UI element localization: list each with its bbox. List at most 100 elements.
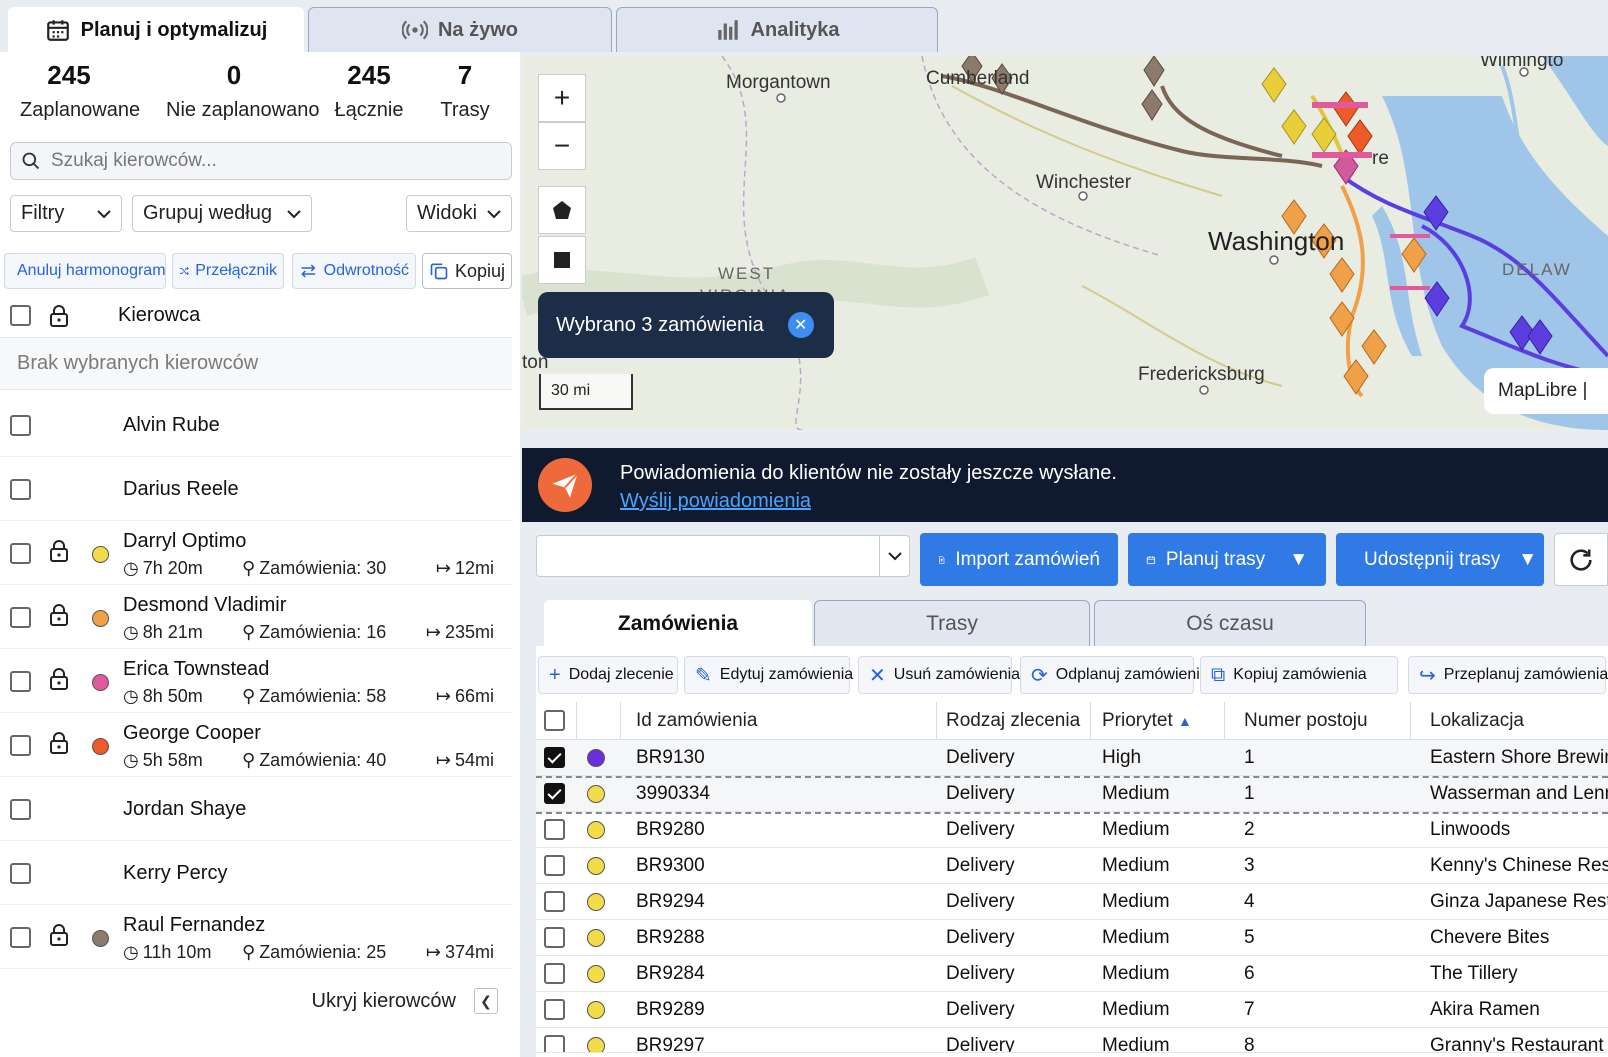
- route-select[interactable]: [536, 535, 910, 577]
- stat-label: Nie zaplanowano: [166, 99, 320, 121]
- import-orders-button[interactable]: Import zamówień: [920, 533, 1118, 586]
- delete-orders-button[interactable]: ✕ Usuń zamówienia: [858, 656, 1020, 694]
- order-priority: Medium: [1102, 927, 1170, 948]
- lock-icon[interactable]: [49, 924, 69, 951]
- pentagon-icon: [553, 201, 571, 219]
- row-checkbox[interactable]: [544, 819, 565, 840]
- chevron-left-icon[interactable]: ❮: [474, 988, 498, 1014]
- hide-drivers-row[interactable]: Ukryj kierowców ❮: [0, 982, 512, 1022]
- plan-routes-button[interactable]: Planuj trasy ▼: [1128, 533, 1326, 586]
- zoom-out-button[interactable]: −: [538, 122, 586, 170]
- copy-orders-button[interactable]: ⧉ Kopiuj zamówienia: [1200, 656, 1398, 694]
- driver-orders: ⚲ Zamówienia: 16: [242, 622, 386, 643]
- driver-row[interactable]: Kerry Percy: [0, 842, 512, 905]
- tab-orders[interactable]: Zamówienia: [544, 600, 812, 646]
- driver-checkbox[interactable]: [10, 415, 31, 436]
- unschedule-button[interactable]: Anuluj harmonogram: [4, 253, 166, 289]
- table-row[interactable]: BR9130 Delivery High 1 Eastern Shore Brewing: [536, 740, 1608, 776]
- route-color-dot: [92, 930, 109, 947]
- driver-row[interactable]: Darius Reele: [0, 458, 512, 521]
- group-by-label: Grupuj według: [143, 202, 272, 224]
- plan-routes-label: Planuj trasy: [1165, 548, 1266, 570]
- filters-dropdown[interactable]: Filtry: [10, 195, 122, 232]
- route-color-dot: [587, 821, 605, 839]
- unschedule-orders-button[interactable]: ⟳ Odplanuj zamówienia: [1020, 656, 1209, 694]
- driver-checkbox[interactable]: [10, 479, 31, 500]
- col-location[interactable]: Lokalizacja: [1430, 710, 1524, 732]
- row-checkbox[interactable]: [544, 963, 565, 984]
- table-row[interactable]: BR9280 Delivery Medium 2 Linwoods: [536, 812, 1608, 848]
- copy-driver-button[interactable]: Kopiuj: [422, 253, 512, 289]
- reverse-button[interactable]: Odwrotność: [292, 253, 416, 289]
- col-priority[interactable]: Priorytet ▲: [1102, 710, 1192, 732]
- bar-chart-icon: [717, 20, 738, 40]
- tab-analytics[interactable]: Analityka: [616, 7, 938, 52]
- row-checkbox[interactable]: [544, 1035, 565, 1052]
- tab-live[interactable]: Na żywo: [308, 7, 612, 52]
- col-order-id[interactable]: Id zamówienia: [636, 710, 757, 732]
- clear-selection-icon[interactable]: ✕: [787, 312, 814, 338]
- table-row[interactable]: BR9294 Delivery Medium 4 Ginza Japanese Rest: [536, 884, 1608, 920]
- views-dropdown[interactable]: Widoki: [406, 195, 512, 232]
- driver-checkbox[interactable]: [10, 735, 31, 756]
- edit-orders-button[interactable]: ✎ Edytuj zamówienia: [684, 656, 853, 694]
- send-notifications-link[interactable]: Wyślij powiadomienia: [620, 490, 811, 513]
- driver-search-input[interactable]: [51, 150, 491, 172]
- row-checkbox[interactable]: [544, 783, 565, 804]
- col-order-type[interactable]: Rodzaj zlecenia: [946, 710, 1080, 732]
- switch-button[interactable]: Przełącznik: [172, 253, 284, 289]
- driver-row[interactable]: Jordan Shaye: [0, 778, 512, 841]
- tab-timeline[interactable]: Oś czasu: [1094, 600, 1366, 646]
- row-checkbox[interactable]: [544, 999, 565, 1020]
- driver-row[interactable]: Erica Townstead ◷ 8h 50m ⚲ Zamówienia: 58 ↦ 66…: [0, 650, 512, 713]
- group-by-dropdown[interactable]: Grupuj według: [132, 195, 312, 232]
- table-row[interactable]: BR9297 Delivery Medium 8 Granny's Restaurant: [536, 1028, 1608, 1053]
- lock-icon[interactable]: [49, 540, 69, 567]
- select-all-drivers-checkbox[interactable]: [10, 305, 31, 326]
- lock-icon[interactable]: [49, 668, 69, 695]
- driver-checkbox[interactable]: [10, 671, 31, 692]
- driver-row[interactable]: Darryl Optimo ◷ 7h 20m ⚲ Zamówienia: 30 ↦ 12mi: [0, 522, 512, 585]
- tab-plan-optimize[interactable]: Planuj i optymalizuj: [8, 7, 304, 52]
- rectangle-select-button[interactable]: [538, 236, 586, 284]
- order-priority: Medium: [1102, 819, 1170, 840]
- select-all-orders-checkbox[interactable]: [544, 710, 565, 731]
- caret-down-icon[interactable]: ▼: [1518, 549, 1537, 571]
- row-checkbox[interactable]: [544, 927, 565, 948]
- driver-row[interactable]: Desmond Vladimir ◷ 8h 21m ⚲ Zamówienia: 16 ↦ 2…: [0, 586, 512, 649]
- driver-checkbox[interactable]: [10, 543, 31, 564]
- pencil-icon: ✎: [695, 664, 712, 687]
- driver-checkbox[interactable]: [10, 927, 31, 948]
- driver-checkbox[interactable]: [10, 799, 31, 820]
- table-row[interactable]: 3990334 Delivery Medium 1 Wasserman and Lenn: [536, 776, 1608, 812]
- row-checkbox[interactable]: [544, 891, 565, 912]
- refresh-button[interactable]: [1554, 533, 1608, 586]
- table-row[interactable]: BR9289 Delivery Medium 7 Akira Ramen: [536, 992, 1608, 1028]
- driver-row[interactable]: George Cooper ◷ 5h 58m ⚲ Zamówienia: 40 ↦ 54mi: [0, 714, 512, 777]
- route-map[interactable]: Morgantown Cumberland Winchester Washing…: [522, 56, 1608, 430]
- table-row[interactable]: BR9300 Delivery Medium 3 Kenny's Chinese Res…: [536, 848, 1608, 884]
- order-location: The Tillery: [1430, 963, 1518, 984]
- caret-down-icon[interactable]: ▼: [1289, 549, 1308, 571]
- map-attribution[interactable]: MapLibre |: [1484, 368, 1608, 414]
- lock-icon[interactable]: [49, 732, 69, 759]
- add-order-button[interactable]: + Dodaj zlecenie: [538, 656, 678, 694]
- lock-icon[interactable]: [49, 304, 69, 327]
- table-row[interactable]: BR9284 Delivery Medium 6 The Tillery: [536, 956, 1608, 992]
- col-stop-number[interactable]: Numer postoju: [1244, 710, 1368, 732]
- driver-orders: ⚲ Zamówienia: 40: [242, 750, 386, 771]
- driver-checkbox[interactable]: [10, 607, 31, 628]
- lock-icon[interactable]: [49, 604, 69, 631]
- reschedule-orders-button[interactable]: ↪ Przeplanuj zamówienia: [1408, 656, 1608, 694]
- order-location: Kenny's Chinese Rest: [1430, 855, 1608, 876]
- table-row[interactable]: BR9288 Delivery Medium 5 Chevere Bites: [536, 920, 1608, 956]
- driver-row[interactable]: Alvin Rube: [0, 394, 512, 457]
- tab-routes[interactable]: Trasy: [814, 600, 1090, 646]
- share-routes-button[interactable]: Udostępnij trasy ▼: [1336, 533, 1544, 586]
- row-checkbox[interactable]: [544, 855, 565, 876]
- zoom-in-button[interactable]: +: [538, 74, 586, 122]
- driver-row[interactable]: Raul Fernandez ◷ 11h 10m ⚲ Zamówienia: 25 ↦ 37…: [0, 906, 512, 969]
- polygon-select-button[interactable]: [538, 186, 586, 234]
- driver-checkbox[interactable]: [10, 863, 31, 884]
- row-checkbox[interactable]: [544, 747, 565, 768]
